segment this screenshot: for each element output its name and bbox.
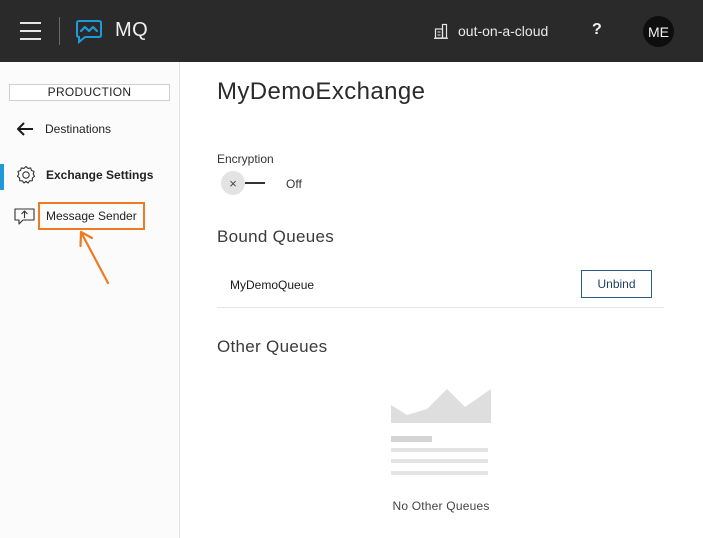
back-to-destinations-link[interactable]: Destinations — [16, 122, 111, 136]
gear-icon — [16, 165, 36, 184]
empty-state-illustration-icon — [391, 389, 491, 475]
cloud-name: out-on-a-cloud — [458, 23, 549, 39]
queue-name: MyDemoQueue — [230, 278, 315, 292]
sidebar-item-exchange-settings[interactable]: Exchange Settings — [16, 165, 153, 185]
mq-logo-icon — [76, 20, 102, 44]
unbind-button[interactable]: Unbind — [581, 270, 652, 298]
toggle-off-icon: × — [221, 171, 245, 195]
encryption-toggle[interactable]: × — [221, 170, 269, 196]
help-button[interactable]: ? — [592, 21, 602, 39]
active-nav-indicator — [0, 164, 4, 190]
other-queues-heading: Other Queues — [217, 337, 328, 356]
empty-state-text: No Other Queues — [392, 499, 490, 513]
arrow-left-icon — [17, 122, 33, 136]
callout-arrow-icon — [79, 230, 110, 285]
cloud-building-icon — [434, 23, 448, 39]
top-bar: MQ out-on-a-cloud ? ME — [0, 0, 703, 62]
send-message-icon — [14, 208, 35, 225]
environment-badge: PRODUCTION — [9, 84, 170, 101]
encryption-label: Encryption — [217, 152, 274, 166]
cloud-selector[interactable]: out-on-a-cloud — [434, 21, 548, 41]
table-row: MyDemoQueue Unbind — [217, 264, 664, 308]
sidebar: PRODUCTION Destinations Exchange Setting… — [0, 62, 180, 538]
toggle-track — [245, 182, 265, 184]
back-label: Destinations — [45, 122, 112, 136]
page-title: MyDemoExchange — [217, 78, 426, 105]
topbar-divider — [59, 17, 60, 45]
user-avatar[interactable]: ME — [643, 16, 674, 47]
bound-queues-heading: Bound Queues — [217, 227, 335, 246]
encryption-state: Off — [286, 177, 302, 191]
sidebar-item-label: Exchange Settings — [46, 168, 154, 182]
app-name: MQ — [115, 19, 149, 41]
hamburger-menu-icon[interactable] — [20, 22, 41, 40]
